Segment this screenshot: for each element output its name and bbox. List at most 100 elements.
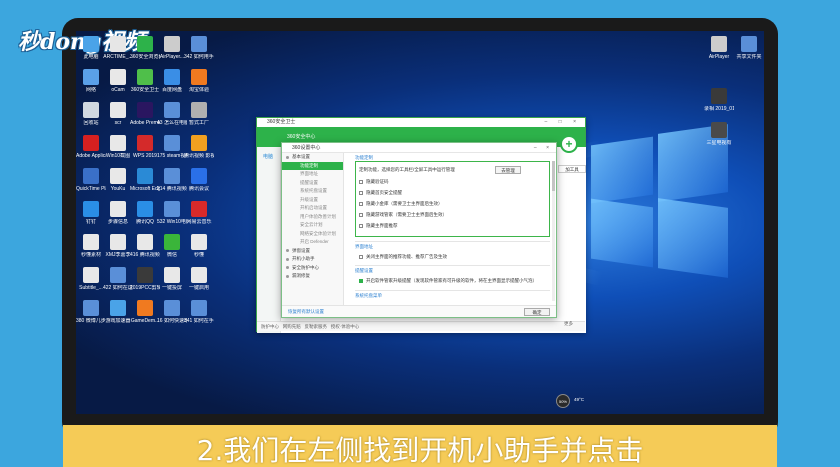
desktop-icon[interactable]: 暂式工厂 (184, 102, 214, 138)
settings-nav-item[interactable]: 漏洞修复 (282, 272, 343, 281)
footer-tab[interactable]: 授权·体验中心 (331, 324, 360, 329)
desktop-icon[interactable]: 回收站 (76, 102, 106, 138)
desktop-icon[interactable]: 淘宝体验 (184, 69, 214, 105)
desktop-icon[interactable]: 百度网盘 (157, 69, 187, 105)
manage-button[interactable]: 去管理 (495, 166, 521, 174)
settings-nav-item[interactable]: 界面地址 (282, 170, 343, 179)
desktop-icon[interactable]: QuickTime Player (76, 168, 106, 204)
desktop-icon[interactable]: ARCTIME_... (103, 36, 133, 72)
desktop-icon[interactable]: 532 Win10电脑怎么... (157, 201, 187, 237)
settings-nav-item[interactable]: 安全防护中心 (282, 264, 343, 273)
desktop-icon[interactable]: 2019PCC剪辑 (130, 267, 160, 303)
settings-nav-item[interactable]: 开启 Defender (282, 238, 343, 247)
desktop-icon[interactable]: 一键投屏 (157, 267, 187, 303)
settings-nav-item[interactable]: 功能定制 (282, 161, 343, 170)
desktop-icon-label: AirPlayer... (159, 54, 185, 60)
option-row[interactable]: 隐藏验证码 (359, 179, 389, 185)
checkbox[interactable] (359, 190, 363, 195)
app-icon (137, 69, 153, 85)
desktop-icon[interactable]: AirPlayer... (157, 36, 187, 72)
app-icon (83, 201, 99, 217)
option-row[interactable]: 隐藏小金库（需要卫士主界面后生效） (359, 201, 443, 207)
desktop-icon[interactable]: 一键启用 (184, 267, 214, 303)
desktop-icon[interactable]: 腾讯视频 影视 (184, 135, 214, 171)
desktop-icon[interactable]: 43 怎么在电脑上安装软件 (157, 102, 187, 138)
desktop-icon[interactable]: AirPlayer (704, 36, 734, 72)
desktop-icon[interactable]: 214 腾讯视频怎么下载... (157, 168, 187, 204)
battery-bubble[interactable]: 50% (556, 394, 570, 408)
settings-nav-label: 升级设置 (300, 196, 318, 202)
desktop-icon[interactable]: 秒懂 (184, 234, 214, 270)
desktop-icon[interactable]: 腾讯QQ (130, 201, 160, 237)
settings-nav-item[interactable]: 提醒设置 (282, 179, 343, 188)
option-row[interactable]: 隐藏主界面推荐 (359, 223, 398, 229)
checkbox[interactable] (359, 212, 363, 217)
checkbox[interactable] (359, 254, 363, 259)
window-controls[interactable]: – □ × (545, 118, 582, 127)
more-link[interactable]: 更多 (564, 321, 573, 327)
scrollbar[interactable] (552, 161, 555, 301)
desktop-icon[interactable]: scr (103, 102, 133, 138)
footer-tab[interactable]: 反勒索服务 (305, 324, 328, 329)
desktop-icon[interactable]: 秒懂素材 (76, 234, 106, 270)
desktop-icon[interactable]: 步骤信息 (103, 201, 133, 237)
desktop-icon[interactable]: 钉钉 (76, 201, 106, 237)
desktop-icon[interactable]: GameDem... (130, 300, 160, 336)
option-row[interactable]: 隐藏游戏管家（需要卫士主界面后生效） (359, 212, 447, 218)
restore-defaults-link[interactable]: 恢复所有默认设置 (288, 309, 324, 315)
desktop-icon-label: Adobe Premiere P... (130, 120, 160, 126)
settings-nav-item[interactable]: 用户体验改善计划 (282, 213, 343, 222)
desktop-icon-label: 腾讯QQ (136, 219, 154, 225)
desktop-icon[interactable]: 342 如何用手机桌面... (184, 36, 214, 72)
settings-nav-item[interactable]: 开机小助手 (282, 255, 343, 264)
option-row[interactable]: 开启软件管家升级提醒（发现软件管家有可升级的软件，将在主界面显示提醒小气泡） (359, 278, 537, 284)
footer-tab[interactable]: 防护中心 (261, 324, 279, 329)
settings-nav-item[interactable]: 系统托盘设置 (282, 187, 343, 196)
desktop-icon[interactable]: Win10截图 (103, 135, 133, 171)
desktop-icon[interactable]: 341 如何在手机上申请... (184, 300, 214, 336)
dialog-window-controls[interactable]: – × (534, 143, 553, 153)
settings-nav-item[interactable]: 升级设置 (282, 196, 343, 205)
desktop-icon[interactable]: 360安全浏览器 (130, 36, 160, 72)
checkbox-checked[interactable] (359, 278, 363, 283)
desktop-icon[interactable]: XMJ李嘉李 (103, 234, 133, 270)
option-row[interactable]: 关闭主界面的推荐功能、推荐广告及生效 (359, 254, 447, 260)
desktop-icon[interactable]: 422 如何在这一电脑... (103, 267, 133, 303)
settings-nav-item[interactable]: 安全云计划 (282, 221, 343, 230)
desktop-icon[interactable]: 此电脑 (76, 36, 106, 72)
desktop-icon[interactable]: Subtitle_... (76, 267, 106, 303)
settings-nav-item[interactable]: 网络安全体验计划 (282, 230, 343, 239)
desktop-icon[interactable]: 游戏加速器 (103, 300, 133, 336)
desktop-icon[interactable]: 网络 (76, 69, 106, 105)
desktop-icon[interactable]: 16 如何快速增加... (157, 300, 187, 336)
settings-nav-item[interactable]: 基本设置 (282, 153, 343, 162)
desktop-icon[interactable]: Adobe Premiere P... (130, 102, 160, 138)
checkbox[interactable] (359, 223, 363, 228)
ok-button[interactable]: 确定 (524, 308, 550, 316)
desktop-icon[interactable]: 360安全卫士 (130, 69, 160, 105)
desktop-icon[interactable]: 录相 2019_01_... (704, 88, 734, 124)
scrollbar-thumb[interactable] (552, 161, 555, 191)
checkbox[interactable] (359, 201, 363, 206)
desktop-icon[interactable]: 416 腾讯视频... (130, 234, 160, 270)
footer-tab[interactable]: 网购先赔 (283, 324, 301, 329)
settings-nav-item[interactable]: 开机启动设置 (282, 204, 343, 213)
tool-search-button[interactable]: 加工具 (558, 165, 586, 173)
desktop-icon[interactable]: 175 steam视频... (157, 135, 187, 171)
desktop-icon[interactable]: 三星电视有 (704, 122, 734, 158)
desktop-icon[interactable]: oCam (103, 69, 133, 105)
desktop-icon[interactable]: 共享文件夹 (734, 36, 764, 72)
desktop-icon[interactable]: 380 微博几步看到... (76, 300, 106, 336)
app-icon (137, 36, 153, 52)
desktop-icon[interactable]: YouKu (103, 168, 133, 204)
option-row[interactable]: 隐藏首页安全提醒 (359, 190, 402, 196)
checkbox[interactable] (359, 179, 363, 184)
desktop-icon[interactable]: 微信 (157, 234, 187, 270)
desktop-icon[interactable]: Microsoft Edge (130, 168, 160, 204)
desktop-icon[interactable]: WPS 2019 (130, 135, 160, 171)
desktop-icon[interactable]: 腾讯会议 (184, 168, 214, 204)
desktop-icon[interactable]: Adobe Applicati... (76, 135, 106, 171)
settings-nav-item[interactable]: 弹窗设置 (282, 247, 343, 256)
desktop-icon[interactable]: 网易云音乐 (184, 201, 214, 237)
add-tool-icon[interactable]: + (560, 135, 578, 153)
